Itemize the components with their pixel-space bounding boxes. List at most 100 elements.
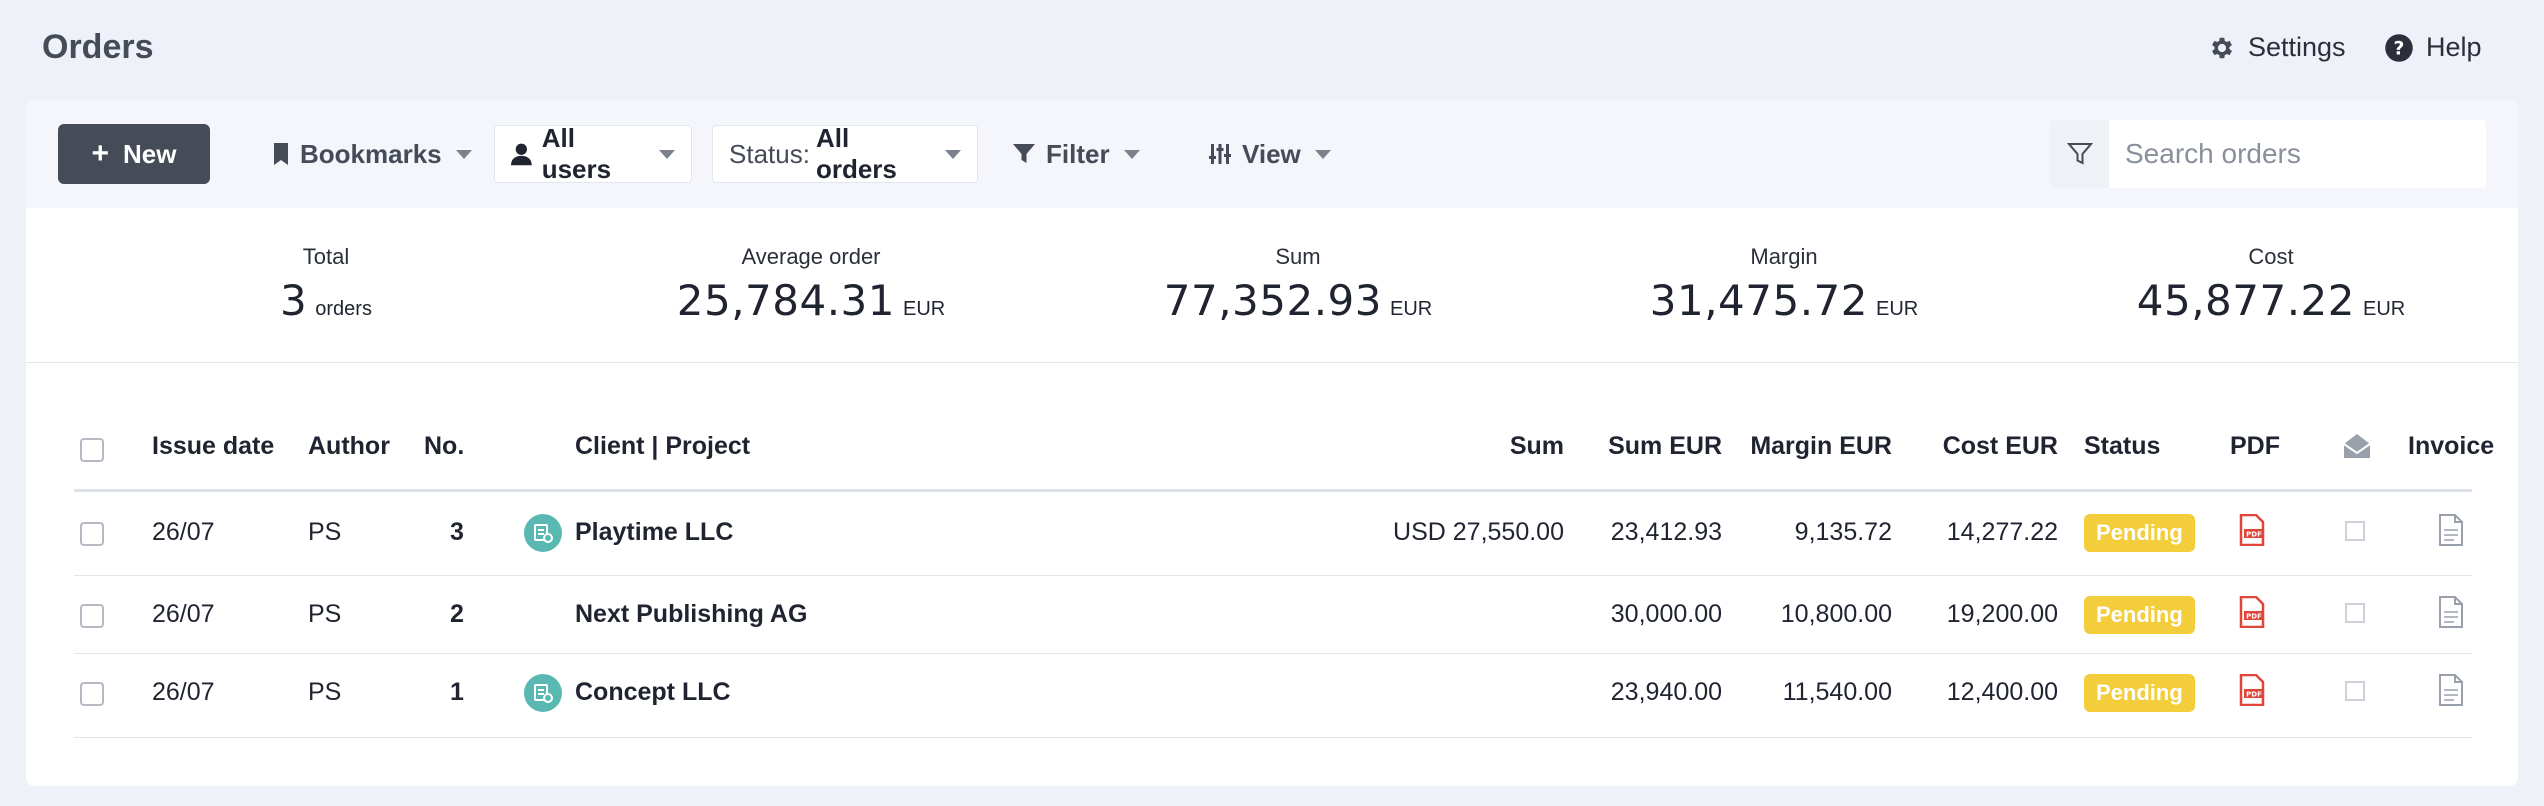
users-dropdown[interactable]: All users	[494, 123, 692, 184]
cell-no: 1	[450, 678, 464, 706]
column-author[interactable]: Author	[308, 432, 390, 461]
view-label: View	[1242, 138, 1301, 169]
table-row[interactable]: 26/07 PS 3 Playtime LLC USD 27,550.00 23…	[74, 492, 2472, 576]
invoice-document-icon[interactable]	[2438, 514, 2464, 551]
stat-sum: Sum 77,352.93 EUR	[1123, 244, 1473, 325]
help-link[interactable]: ? Help	[2384, 32, 2482, 63]
cell-no: 3	[450, 518, 464, 546]
gear-icon	[2212, 37, 2232, 58]
column-issue-date[interactable]: Issue date	[152, 432, 274, 461]
settings-link[interactable]: Settings	[2208, 32, 2346, 63]
cell-client[interactable]: Next Publishing AG	[575, 600, 807, 629]
select-all-checkbox[interactable]	[80, 438, 104, 462]
row-checkbox[interactable]	[80, 522, 104, 546]
column-pdf: PDF	[2230, 432, 2280, 460]
stat-unit: EUR	[1876, 298, 1919, 320]
new-label: New	[123, 138, 177, 169]
table-row[interactable]: 26/07 PS 2 Next Publishing AG 30,000.00 …	[74, 576, 2472, 654]
cell-author: PS	[308, 600, 342, 628]
stat-total: Total 3 orders	[226, 244, 426, 325]
filter-icon	[1013, 144, 1035, 163]
summary-stats: Total 3 orders Average order 25,784.31 EUR…	[26, 208, 2518, 363]
search-input[interactable]	[2109, 120, 2486, 188]
invoice-document-icon[interactable]	[2438, 596, 2464, 633]
search-filter-button[interactable]	[2050, 120, 2109, 188]
bookmark-icon	[274, 143, 288, 165]
row-checkbox[interactable]	[80, 604, 104, 628]
status-badge[interactable]: Pending	[2084, 596, 2195, 634]
envelope-open-icon	[2342, 432, 2372, 465]
chevron-down-icon	[1314, 149, 1331, 159]
chevron-down-icon	[455, 149, 472, 159]
sliders-icon	[1209, 144, 1231, 164]
toolbar: + New Bookmarks All users Status: All or…	[26, 100, 2518, 208]
cell-sum-eur: 23,940.00	[1610, 678, 1722, 706]
column-client-project[interactable]: Client | Project	[575, 432, 750, 461]
project-icon[interactable]	[524, 514, 562, 552]
search-box	[2050, 120, 2486, 188]
stat-unit: EUR	[2363, 298, 2406, 320]
new-order-button[interactable]: + New	[58, 124, 210, 184]
column-cost-eur[interactable]: Cost EUR	[1860, 432, 2058, 461]
cell-client[interactable]: Concept LLC	[575, 678, 731, 707]
invoice-document-icon[interactable]	[2438, 674, 2464, 711]
funnel-icon	[2066, 143, 2093, 165]
cell-cost-eur: 14,277.22	[1946, 518, 2058, 546]
stat-value: 45,877.22	[2136, 276, 2356, 325]
stat-label: Average order	[741, 244, 881, 269]
table-row[interactable]: 26/07 PS 1 Concept LLC 23,940.00 11,540.…	[74, 654, 2472, 738]
cell-author: PS	[308, 518, 342, 546]
stat-label: Cost	[2248, 244, 2294, 269]
svg-text:PDF: PDF	[2246, 691, 2262, 699]
filter-label: Filter	[1046, 138, 1110, 169]
status-dropdown[interactable]: Status: All orders	[712, 123, 978, 184]
email-status-icon[interactable]	[2344, 680, 2366, 707]
status-value: All orders	[815, 123, 897, 184]
stat-average-order: Average order 25,784.31 EUR	[636, 244, 986, 325]
pdf-icon[interactable]: PDF	[2238, 513, 2266, 551]
cell-no: 2	[450, 600, 464, 628]
stat-value: 31,475.72	[1649, 276, 1869, 325]
stat-cost: Cost 45,877.22 EUR	[2096, 244, 2446, 325]
cell-sum-eur: 23,412.93	[1610, 518, 1722, 546]
cell-issue-date: 26/07	[152, 600, 215, 628]
table-header: Issue date Author No. Client | Project S…	[74, 400, 2494, 492]
stat-label: Margin	[1750, 244, 1818, 269]
bookmarks-label: Bookmarks	[300, 138, 442, 169]
email-status-icon[interactable]	[2344, 520, 2366, 547]
settings-label: Settings	[2248, 32, 2346, 62]
cell-client[interactable]: Playtime LLC	[575, 518, 733, 547]
users-label: All users	[541, 123, 612, 184]
project-icon[interactable]	[524, 674, 562, 712]
orders-panel: + New Bookmarks All users Status: All or…	[26, 100, 2518, 786]
stat-value: 3	[280, 276, 308, 325]
plus-icon: +	[91, 137, 110, 170]
status-prefix: Status:	[729, 138, 810, 169]
cell-sum-eur: 30,000.00	[1610, 600, 1722, 628]
row-checkbox[interactable]	[80, 682, 104, 706]
user-icon	[511, 143, 532, 166]
view-dropdown[interactable]: View	[1192, 125, 1347, 183]
email-status-icon[interactable]	[2344, 602, 2366, 629]
cell-issue-date: 26/07	[152, 518, 215, 546]
help-label: Help	[2426, 32, 2482, 62]
bookmarks-dropdown[interactable]: Bookmarks	[256, 125, 488, 183]
stat-unit: EUR	[1390, 298, 1433, 320]
stat-label: Total	[302, 244, 350, 269]
filter-dropdown[interactable]: Filter	[996, 125, 1156, 183]
column-status[interactable]: Status	[2084, 432, 2160, 461]
stat-unit: EUR	[903, 298, 946, 320]
svg-text:?: ?	[2394, 38, 2405, 59]
cell-cost-eur: 19,200.00	[1946, 600, 2058, 628]
status-badge[interactable]: Pending	[2084, 674, 2195, 712]
svg-text:PDF: PDF	[2246, 613, 2262, 621]
status-badge[interactable]: Pending	[2084, 514, 2195, 552]
pdf-icon[interactable]: PDF	[2238, 595, 2266, 633]
column-sum-eur[interactable]: Sum EUR	[1524, 432, 1722, 461]
page-title: Orders	[42, 28, 154, 66]
pdf-icon[interactable]: PDF	[2238, 673, 2266, 711]
cell-issue-date: 26/07	[152, 678, 215, 706]
column-no[interactable]: No.	[424, 432, 464, 461]
cell-cost-eur: 12,400.00	[1946, 678, 2058, 706]
chevron-down-icon	[659, 149, 675, 159]
